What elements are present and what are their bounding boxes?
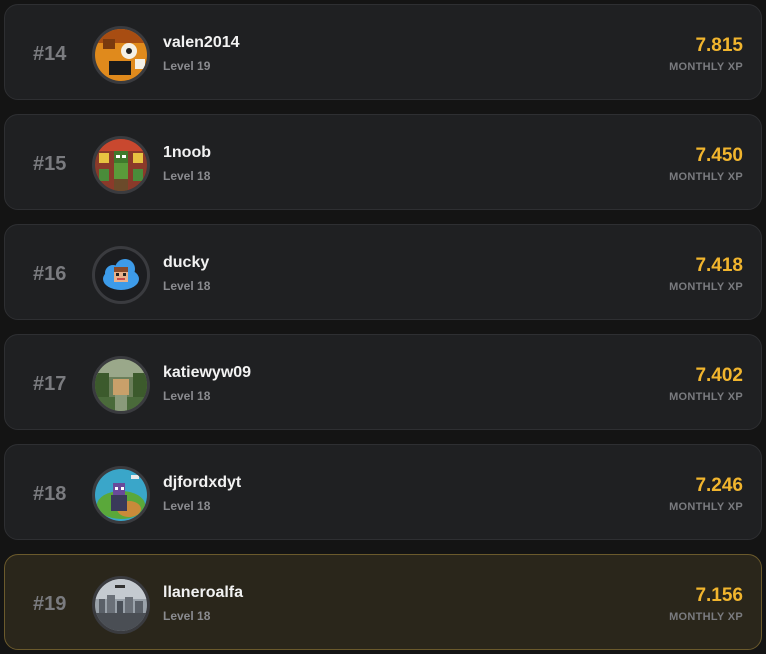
monthly-xp-label: MONTHLY XP (669, 391, 743, 403)
monthly-xp-value: 7.815 (695, 35, 743, 56)
rank-number: #19 (33, 593, 67, 615)
username[interactable]: ducky (163, 254, 209, 272)
user-level: Level 18 (163, 279, 211, 293)
rank-number: #18 (33, 483, 67, 505)
username[interactable]: djfordxdyt (163, 474, 241, 492)
monthly-xp-value: 7.418 (695, 255, 743, 276)
forest-landscape-avatar[interactable] (92, 356, 150, 414)
cloud-character-avatar[interactable] (92, 246, 150, 304)
user-level: Level 19 (163, 59, 211, 73)
user-level: Level 18 (163, 169, 211, 183)
monthly-xp-value: 7.450 (695, 145, 743, 166)
minecraft-island-avatar[interactable] (92, 466, 150, 524)
leaderboard-row[interactable]: #14 valen2014 Level 19 7.815 MONTHLY XP (4, 4, 762, 100)
monthly-xp-value: 7.402 (695, 365, 743, 386)
monthly-xp-value: 7.246 (695, 475, 743, 496)
orange-character-avatar[interactable] (92, 26, 150, 84)
leaderboard-row[interactable]: #17 katiewyw09 Level 18 7.402 MONTHLY XP (4, 334, 762, 430)
leaderboard-row[interactable]: #18 djfordxdyt Level 18 7.246 MONTHLY XP (4, 444, 762, 540)
rank-number: #15 (33, 153, 67, 175)
username[interactable]: katiewyw09 (163, 364, 251, 382)
monthly-xp-label: MONTHLY XP (669, 281, 743, 293)
username[interactable]: 1noob (163, 144, 211, 162)
username[interactable]: llaneroalfa (163, 584, 243, 602)
monthly-xp-label: MONTHLY XP (669, 611, 743, 623)
user-level: Level 18 (163, 609, 211, 623)
rank-number: #16 (33, 263, 67, 285)
leaderboard-row[interactable]: #15 1noob Level 18 7.450 MONTHLY XP (4, 114, 762, 210)
user-level: Level 18 (163, 389, 211, 403)
rank-number: #14 (33, 43, 67, 65)
monthly-xp-label: MONTHLY XP (669, 61, 743, 73)
minecraft-market-avatar[interactable] (92, 136, 150, 194)
city-skyline-avatar[interactable] (92, 576, 150, 634)
monthly-xp-label: MONTHLY XP (669, 171, 743, 183)
monthly-xp-label: MONTHLY XP (669, 501, 743, 513)
leaderboard-row[interactable]: #16 ducky Level 18 7.418 MONTHLY XP (4, 224, 762, 320)
leaderboard: #14 valen2014 Level 19 7.815 MONTHLY XP … (0, 0, 766, 654)
username[interactable]: valen2014 (163, 34, 240, 52)
user-level: Level 18 (163, 499, 211, 513)
leaderboard-row-current-user[interactable]: #19 llaneroalfa Level 18 7.156 MONTHLY X… (4, 554, 762, 650)
monthly-xp-value: 7.156 (695, 585, 743, 606)
rank-number: #17 (33, 373, 67, 395)
